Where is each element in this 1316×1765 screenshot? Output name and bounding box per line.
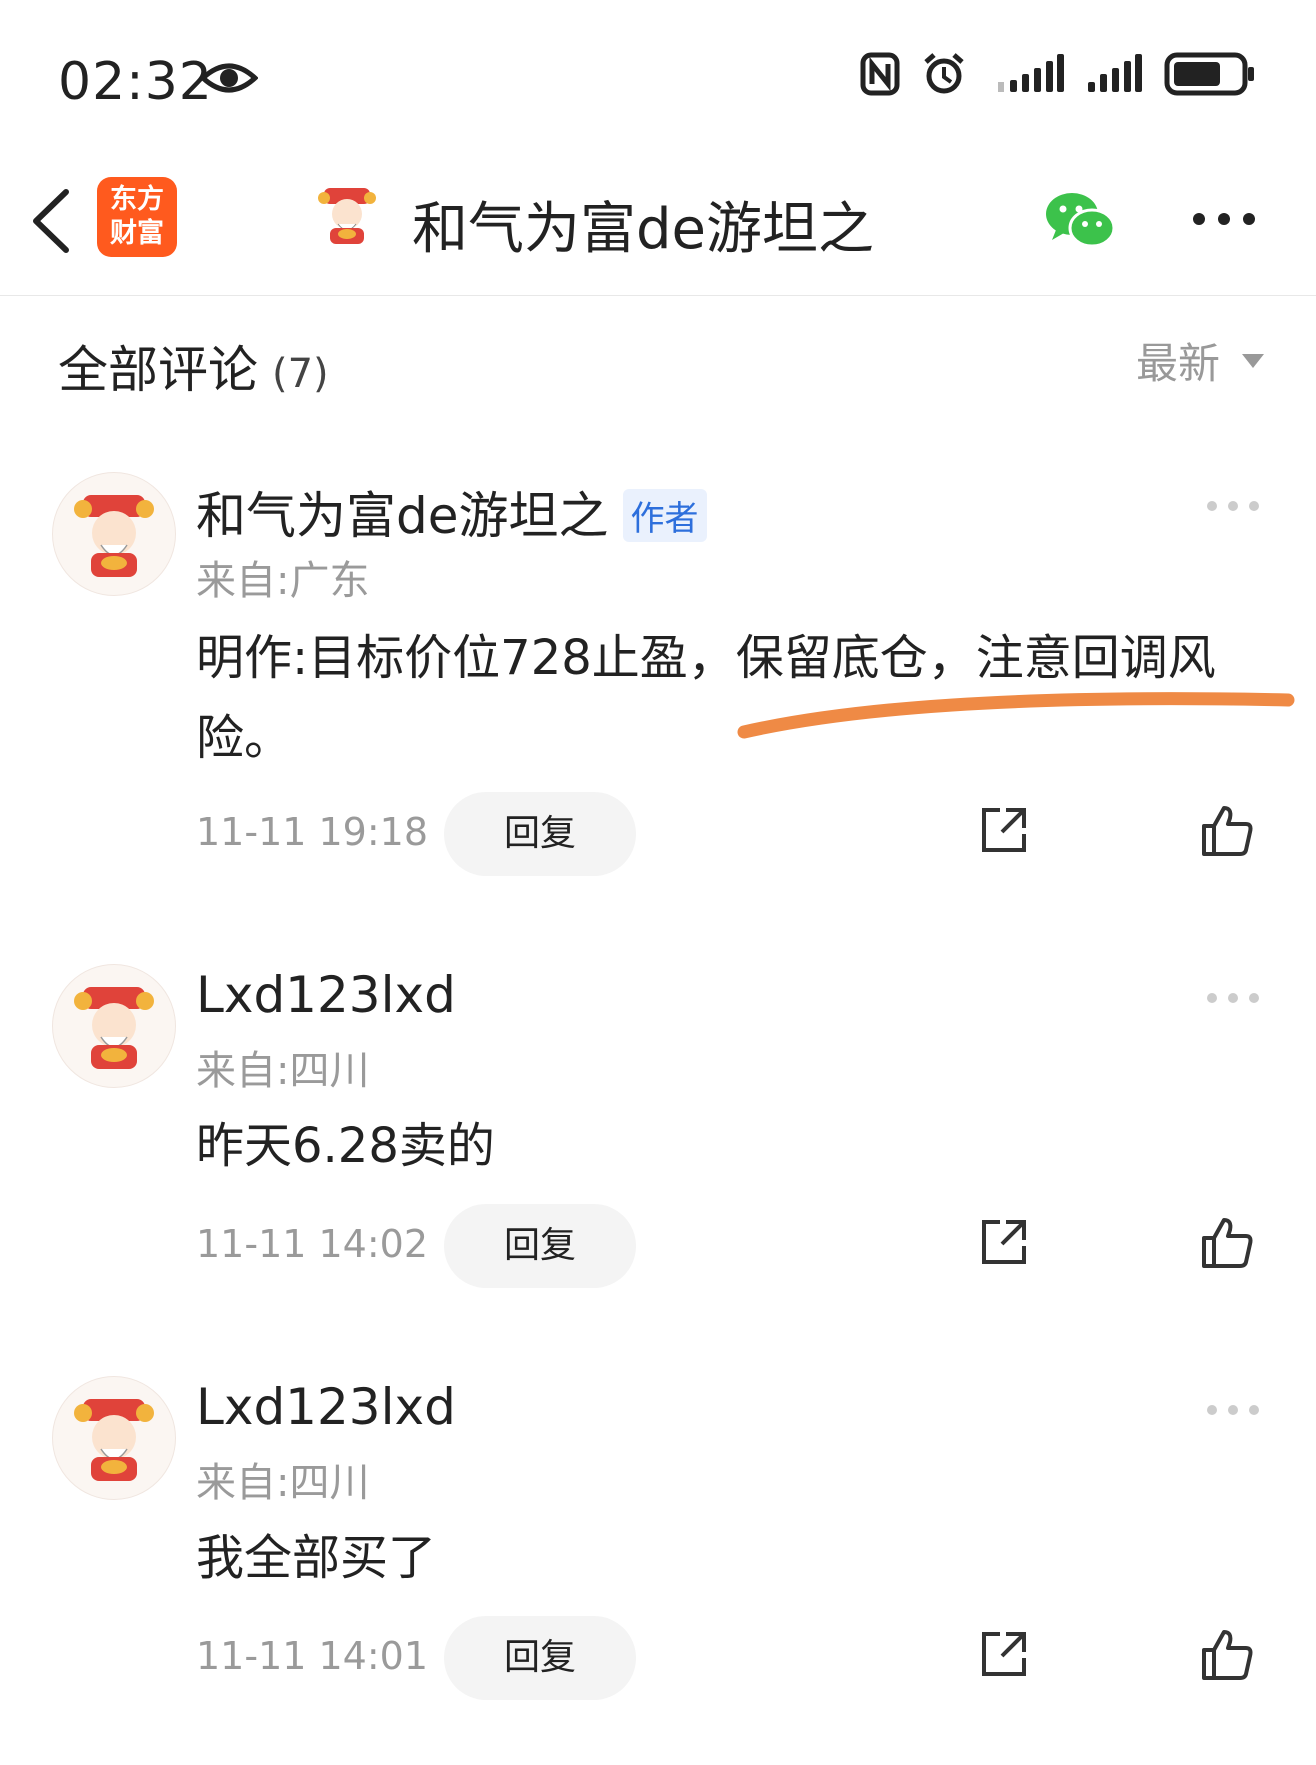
app-logo[interactable]: 东方 财富 [97,177,177,257]
signal-icon-2 [1088,54,1142,92]
comment-more-icon[interactable] [1206,500,1260,512]
reply-button[interactable]: 回复 [444,1204,636,1288]
caishen-avatar-icon [74,1399,154,1481]
comment-location: 来自:四川 [196,1048,370,1094]
caishen-avatar-icon [74,987,154,1069]
comment-timestamp: 11-11 19:18 [196,810,429,854]
dropdown-arrow-icon [1242,353,1264,368]
logo-text-line2: 财富 [110,218,164,249]
alarm-icon [924,53,964,94]
reply-button[interactable]: 回复 [444,792,636,876]
battery-icon [1164,52,1254,96]
signal-icon-1 [998,54,1064,92]
logo-text-line1: 东方 [110,184,164,215]
caishen-avatar-icon [74,495,154,577]
comment-more-icon[interactable] [1206,992,1260,1004]
comment-timestamp: 11-11 14:01 [196,1634,429,1678]
back-arrow-icon[interactable] [28,186,72,256]
avatar[interactable] [52,964,176,1088]
comment-username[interactable]: 和气为富de游坦之 作者 [196,476,707,548]
comment-username[interactable]: Lxd123lxd [196,1378,456,1436]
like-thumb-icon[interactable] [1200,1216,1254,1270]
share-icon[interactable] [978,804,1030,856]
comment-text: 明作:目标价位728止盈，保留底仓，注意回调风险。 [196,630,1216,766]
page-title: 和气为富de游坦之 [412,197,874,262]
comment-text: 昨天6.28卖的 [196,1118,495,1174]
avatar[interactable] [52,472,176,596]
comment-more-icon[interactable] [1206,1404,1260,1416]
more-options-icon[interactable] [1192,212,1256,226]
comment-timestamp: 11-11 14:02 [196,1222,429,1266]
share-icon[interactable] [978,1628,1030,1680]
eye-icon [200,63,258,93]
status-bar: 02:32 [0,0,1316,150]
comments-count: (7) [272,351,329,397]
comments-heading: 全部评论 (7) [58,330,329,402]
avatar[interactable] [52,1376,176,1500]
share-icon[interactable] [978,1216,1030,1268]
nav-header: 东方 财富 和气为富de游坦之 [0,150,1316,296]
comments-title: 全部评论 [58,341,258,399]
comment-location: 来自:四川 [196,1460,370,1506]
reply-button[interactable]: 回复 [444,1616,636,1700]
wechat-share-icon[interactable] [1044,190,1118,252]
sort-dropdown[interactable]: 最新 [1136,330,1264,391]
comment-username[interactable]: Lxd123lxd [196,966,456,1024]
like-thumb-icon[interactable] [1200,804,1254,858]
sort-label: 最新 [1135,339,1220,388]
status-clock: 02:32 [58,52,213,112]
comment-text: 我全部买了 [196,1530,437,1586]
comment-location: 来自:广东 [196,558,370,604]
like-thumb-icon[interactable] [1200,1628,1254,1682]
username-text: 和气为富de游坦之 [196,487,609,545]
author-badge: 作者 [622,489,707,542]
header-avatar [318,188,376,244]
nfc-icon [860,52,900,96]
